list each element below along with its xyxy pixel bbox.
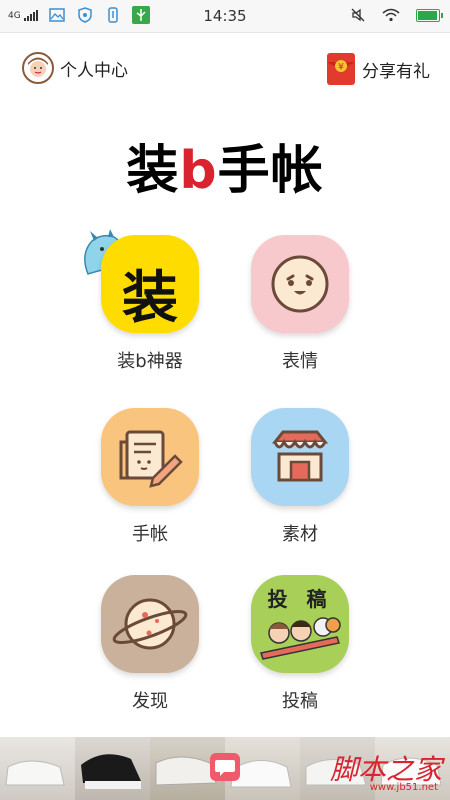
menu-item-biaoqing[interactable]: 表情 bbox=[240, 235, 360, 373]
app-title: 装b手帐 bbox=[0, 128, 450, 203]
shoe-image bbox=[0, 737, 75, 800]
profile-label: 个人中心 bbox=[60, 60, 128, 81]
svg-text:¥: ¥ bbox=[338, 63, 344, 73]
share-label: 分享有礼 bbox=[362, 61, 430, 82]
contribute-cartoon-icon: 投 稿 bbox=[251, 575, 349, 673]
status-bar: 4G 14:35 bbox=[0, 0, 450, 33]
battery-icon bbox=[416, 8, 443, 22]
menu-item-label: 发现 bbox=[132, 691, 168, 712]
zhuang-glyph: 装 bbox=[122, 266, 178, 331]
title-part-2: 手帐 bbox=[217, 141, 324, 201]
status-bar-right bbox=[350, 7, 443, 23]
menu-item-faxian[interactable]: 发现 bbox=[90, 575, 210, 713]
red-envelope-icon: ¥ bbox=[327, 53, 355, 85]
avatar-icon bbox=[22, 52, 54, 84]
menu-item-label: 投稿 bbox=[282, 691, 318, 712]
menu-item-label: 手帐 bbox=[132, 524, 168, 545]
zhuang-character-icon: 装 bbox=[101, 235, 199, 333]
shop-icon bbox=[251, 408, 349, 506]
title-part-1: 装 bbox=[126, 141, 180, 201]
menu-item-label: 装b神器 bbox=[117, 351, 183, 372]
top-bar: 个人中心 ¥ 分享有礼 bbox=[0, 48, 450, 92]
title-part-b: b bbox=[179, 141, 218, 201]
watermark-url: www.jb51.net bbox=[369, 782, 438, 793]
shoe-image bbox=[75, 737, 150, 800]
chat-bubble-icon bbox=[215, 760, 235, 776]
contribute-badge-text: 投 稿 bbox=[267, 587, 333, 611]
menu-item-sucai[interactable]: 素材 bbox=[240, 408, 360, 546]
menu-item-label: 表情 bbox=[282, 351, 318, 372]
planet-icon bbox=[101, 575, 199, 673]
menu-item-zhuangb[interactable]: 装 装b神器 bbox=[84, 229, 210, 373]
menu-item-label: 素材 bbox=[282, 524, 318, 545]
menu-item-tougao[interactable]: 投 稿 投稿 bbox=[240, 575, 360, 713]
chat-bubble-button[interactable] bbox=[210, 753, 240, 781]
smiley-face-icon bbox=[251, 235, 349, 333]
share-button[interactable]: ¥ 分享有礼 bbox=[326, 52, 430, 86]
mute-icon bbox=[351, 8, 365, 22]
notebook-pencil-icon bbox=[101, 408, 199, 506]
menu-item-shouzhang[interactable]: 手帐 bbox=[90, 408, 210, 546]
profile-button[interactable]: 个人中心 bbox=[22, 52, 128, 84]
wifi-icon bbox=[382, 8, 400, 22]
